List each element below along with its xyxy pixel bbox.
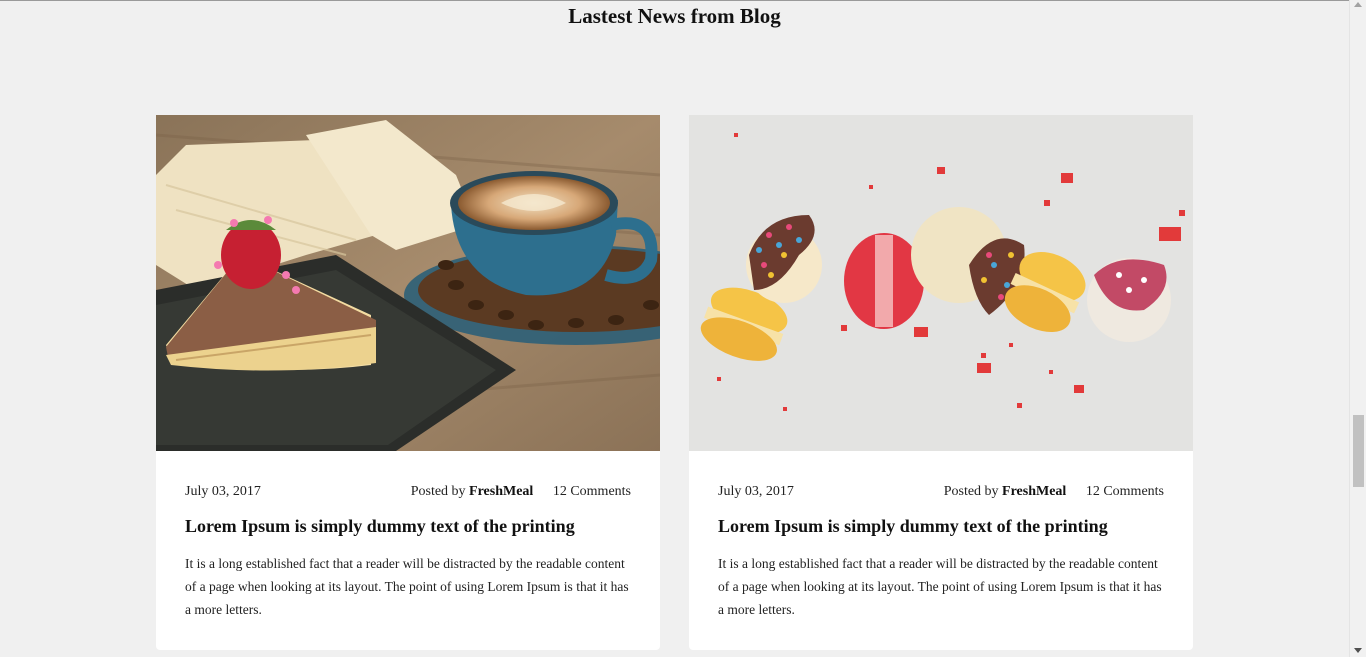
posted-by-label: Posted by (410, 484, 466, 499)
posted-by-label: Posted by (943, 484, 999, 499)
blog-card[interactable]: July 03, 2017 Posted by FreshMeal 12 Com… (689, 115, 1193, 650)
section-title: Lastest News from Blog (568, 4, 781, 28)
cake-and-coffee-image[interactable] (156, 115, 660, 451)
post-meta: July 03, 2017 Posted by FreshMeal 12 Com… (185, 484, 631, 504)
post-meta: July 03, 2017 Posted by FreshMeal 12 Com… (718, 484, 1164, 504)
scroll-down-arrow-icon[interactable] (1354, 648, 1362, 653)
scroll-up-arrow-icon[interactable] (1354, 2, 1362, 7)
scroll-thumb[interactable] (1353, 415, 1364, 487)
post-title-link[interactable]: Lorem Ipsum is simply dummy text of the … (718, 516, 1173, 537)
post-meta-right: Posted by FreshMeal 12 Comments (411, 484, 631, 500)
comments-link[interactable]: 12 Comments (1086, 484, 1164, 499)
top-divider (0, 0, 1366, 1)
blog-card[interactable]: July 03, 2017 Posted by FreshMeal 12 Com… (156, 115, 660, 650)
post-title-link[interactable]: Lorem Ipsum is simply dummy text of the … (185, 516, 640, 537)
post-meta-right: Posted by FreshMeal 12 Comments (944, 484, 1164, 500)
post-excerpt: It is a long established fact that a rea… (185, 556, 629, 617)
post-date: July 03, 2017 (718, 484, 794, 499)
page-scrollbar[interactable] (1349, 0, 1366, 657)
post-excerpt: It is a long established fact that a rea… (718, 556, 1162, 617)
author-link[interactable]: FreshMeal (469, 484, 533, 499)
post-date: July 03, 2017 (185, 484, 261, 499)
macarons-image[interactable] (689, 115, 1193, 451)
comments-link[interactable]: 12 Comments (553, 484, 631, 499)
author-link[interactable]: FreshMeal (1002, 484, 1066, 499)
